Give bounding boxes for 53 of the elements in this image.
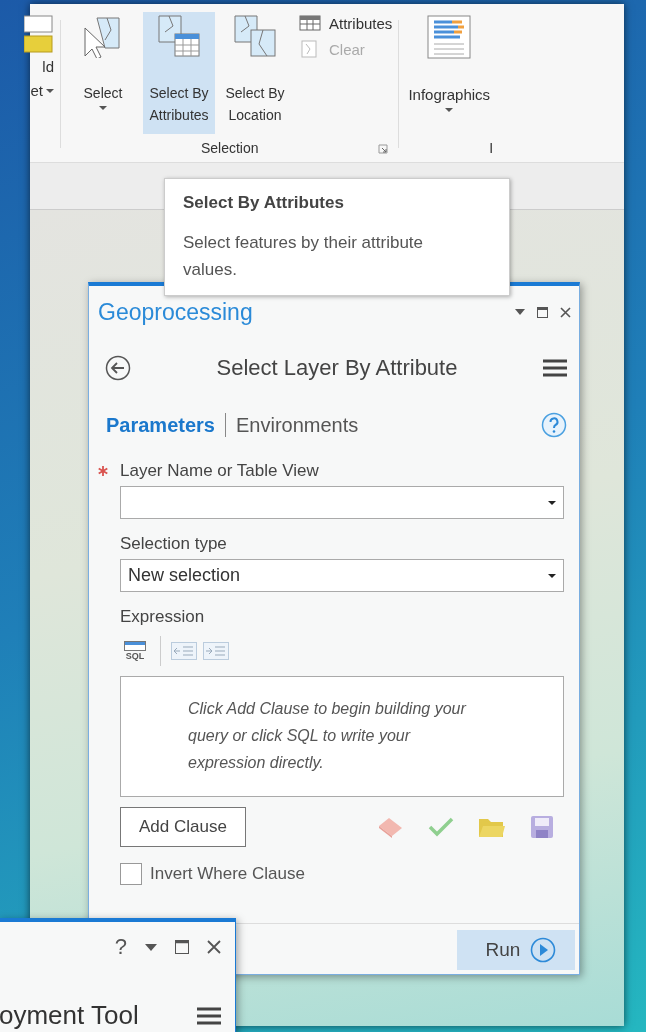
maximize-icon[interactable] (537, 306, 548, 318)
caret-icon[interactable] (145, 943, 157, 951)
checkbox[interactable] (120, 863, 142, 885)
ribbon-button[interactable]: Select (67, 12, 139, 140)
close-icon[interactable] (207, 940, 221, 954)
tool-title: oyment Tool (0, 1000, 139, 1031)
group-label: I (489, 140, 494, 156)
help-button[interactable]: ? (114, 934, 127, 960)
pane-title: Geoprocessing (98, 298, 253, 326)
tab[interactable]: Parameters (106, 413, 215, 437)
caret-icon (548, 500, 556, 505)
caret-icon (548, 573, 556, 578)
hint-text: Click Add Clause to begin building your query or click SQL to write your expression directly. (188, 699, 468, 773)
caret-icon (445, 108, 454, 112)
dropdown-field[interactable] (120, 486, 564, 519)
tooltip-text: Select features by their attribute values. (183, 232, 425, 281)
tool-title: Select Layer By Attribute (215, 355, 459, 381)
ribbon-button[interactable]: ld et (24, 12, 54, 162)
overlapping-maps-icon (233, 14, 277, 58)
play-icon (530, 937, 557, 963)
maximize-icon[interactable] (175, 940, 189, 954)
sql-button[interactable]: SQL (120, 639, 150, 663)
ribbon-button: Clear (299, 40, 393, 58)
run-button[interactable]: Run (457, 930, 575, 970)
checkbox-label: Invert Where Clause (150, 864, 305, 884)
infographic-icon (426, 14, 473, 60)
caret-icon[interactable] (515, 309, 525, 315)
add-clause-button[interactable]: Add Clause (120, 807, 246, 847)
map-table-icon (157, 14, 201, 58)
ribbon-button[interactable]: Select By Attributes (143, 12, 215, 134)
help-icon[interactable] (541, 412, 567, 438)
table-icon (299, 14, 321, 32)
close-icon[interactable] (560, 306, 571, 318)
caret-icon (46, 89, 54, 93)
dropdown-field[interactable]: New selection (120, 559, 564, 592)
menu-icon[interactable] (197, 1006, 221, 1025)
ribbon-button[interactable]: Infographics (405, 12, 494, 136)
back-icon[interactable] (105, 355, 131, 381)
ribbon-button[interactable]: Attributes (299, 14, 393, 32)
check-icon[interactable] (428, 817, 454, 837)
field-label: Layer Name or Table View (120, 461, 319, 481)
tab[interactable]: Environments (235, 413, 359, 437)
panel-icon (124, 641, 146, 651)
dialog-launcher-icon[interactable] (378, 144, 389, 154)
menu-icon[interactable] (543, 359, 567, 377)
tooltip-title: Select By Attributes (183, 193, 345, 213)
ribbon-button[interactable]: Select By Location (219, 12, 291, 134)
save-icon[interactable] (530, 815, 554, 839)
group-label: Selection (200, 140, 259, 156)
field-label: Selection type (120, 534, 227, 554)
field-label: Expression (120, 606, 206, 628)
expression-box[interactable]: Click Add Clause to begin building your query or click SQL to write your expression directly. (120, 676, 564, 797)
caret-icon (99, 106, 107, 110)
